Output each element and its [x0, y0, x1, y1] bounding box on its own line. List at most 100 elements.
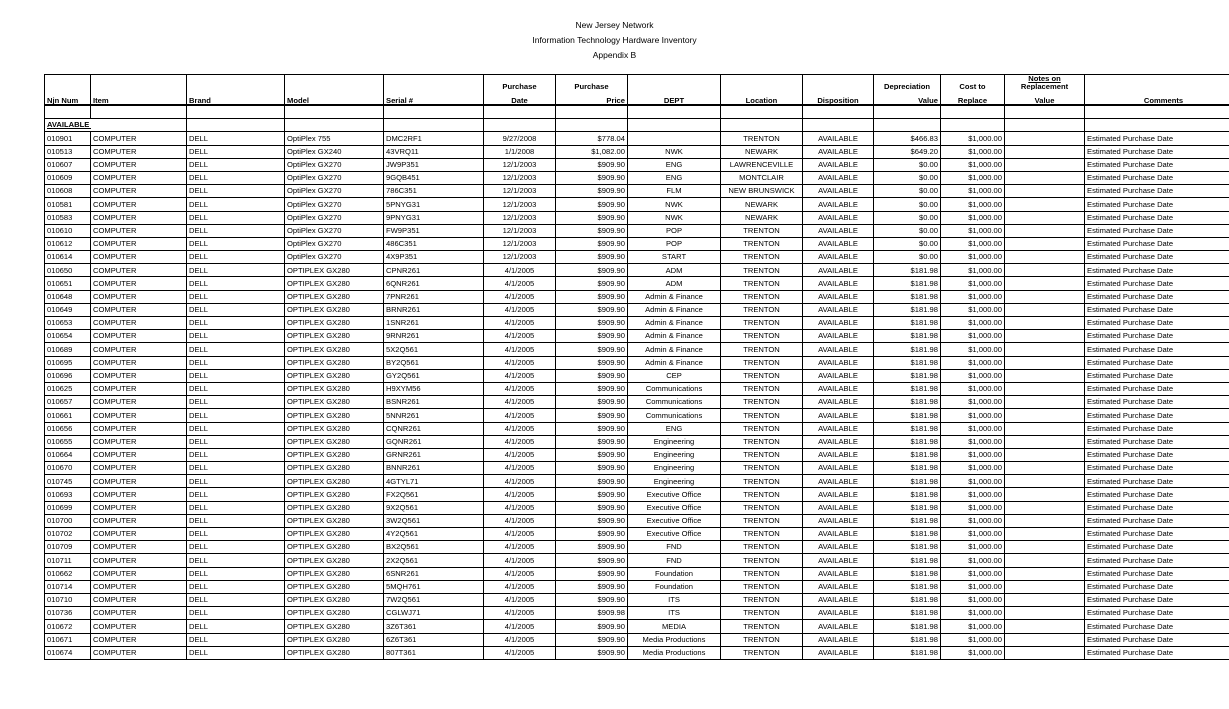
cell-serial: FW9P351 [383, 223, 484, 238]
table-row[interactable]: 010710 COMPUTER DELL OPTIPLEX GX280 7W2Q561 4… [44, 592, 1229, 608]
column-header-njn_num[interactable]: Njn Num [44, 90, 91, 107]
table-row[interactable]: 010714 COMPUTER DELL OPTIPLEX GX280 5MQH761 4… [44, 579, 1229, 594]
cell-comments: Estimated Purchase Date [1084, 526, 1229, 542]
table-row[interactable]: 010607 COMPUTER DELL OptiPlex GX270 JW9P351 1… [44, 157, 1229, 172]
table-row[interactable]: 010745 COMPUTER DELL OPTIPLEX GX280 4GTYL71 4… [44, 474, 1229, 489]
table-row[interactable]: 010664 COMPUTER DELL OPTIPLEX GX280 GRNR261 4… [44, 447, 1229, 463]
table-row[interactable]: 010674 COMPUTER DELL OPTIPLEX GX280 807T361 4… [44, 645, 1229, 660]
column-header-disposition[interactable]: Disposition [802, 90, 874, 107]
column-header-item[interactable]: Item [90, 90, 187, 107]
table-row[interactable]: 010661 COMPUTER DELL OPTIPLEX GX280 5NNR261 4… [44, 408, 1229, 423]
table-row[interactable]: 010702 COMPUTER DELL OPTIPLEX GX280 4Y2Q561 4… [44, 526, 1229, 542]
cell-purchase_price: $909.90 [555, 645, 628, 660]
cell-cost_to_replace: $1,000.00 [940, 500, 1005, 515]
cell-purchase_date: 4/1/2005 [483, 302, 556, 318]
cell-notes_replacement_value [1004, 236, 1085, 252]
cell-purchase_date: 12/1/2003 [483, 157, 556, 172]
table-row[interactable]: 010651 COMPUTER DELL OPTIPLEX GX280 6QNR261 4… [44, 276, 1229, 291]
cell-dept: Media Productions [627, 645, 721, 660]
table-row[interactable]: 010655 COMPUTER DELL OPTIPLEX GX280 GQNR261 4… [44, 434, 1229, 449]
column-header-top-label-depreciation_value: Depreciation [884, 81, 930, 91]
cell-njn_num: 010745 [44, 474, 91, 489]
section-blank-cell-item [90, 118, 187, 133]
table-row[interactable]: 010696 COMPUTER DELL OPTIPLEX GX280 GY2Q561 4… [44, 368, 1229, 383]
table-row[interactable]: 010657 COMPUTER DELL OPTIPLEX GX280 BSNR261 4… [44, 395, 1229, 410]
cell-purchase_date: 4/1/2005 [483, 421, 556, 436]
table-row[interactable]: 010610 COMPUTER DELL OptiPlex GX270 FW9P351 1… [44, 223, 1229, 238]
column-header-serial[interactable]: Serial # [383, 90, 484, 107]
cell-cost_to_replace: $1,000.00 [940, 250, 1005, 265]
table-row[interactable]: 010693 COMPUTER DELL OPTIPLEX GX280 FX2Q561 4… [44, 487, 1229, 502]
table-row[interactable]: 010648 COMPUTER DELL OPTIPLEX GX280 7PNR261 4… [44, 289, 1229, 304]
column-header-top-serial [383, 74, 484, 91]
column-header-model[interactable]: Model [284, 90, 384, 107]
table-row[interactable]: 010649 COMPUTER DELL OPTIPLEX GX280 BRNR261 4… [44, 302, 1229, 318]
table-row[interactable]: 010513 COMPUTER DELL OptiPlex GX240 43VRQ11 1… [44, 144, 1229, 159]
cell-dept: Admin & Finance [627, 342, 721, 357]
table-row[interactable]: 010736 COMPUTER DELL OPTIPLEX GX280 CGLWJ71 4… [44, 606, 1229, 621]
cell-purchase_date: 12/1/2003 [483, 223, 556, 238]
cell-cost_to_replace: $1,000.00 [940, 210, 1005, 225]
spacer-cell-model [284, 104, 384, 120]
cell-dept [627, 131, 721, 146]
table-row[interactable]: 010612 COMPUTER DELL OptiPlex GX270 486C351 1… [44, 236, 1229, 252]
cell-disposition: AVAILABLE [802, 579, 874, 594]
table-row[interactable]: 010581 COMPUTER DELL OptiPlex GX270 5PNYG31 1… [44, 197, 1229, 212]
table-row[interactable]: 010699 COMPUTER DELL OPTIPLEX GX280 9X2Q561 4… [44, 500, 1229, 515]
cell-notes_replacement_value [1004, 263, 1085, 278]
cell-njn_num: 010607 [44, 157, 91, 172]
table-row[interactable]: 010656 COMPUTER DELL OPTIPLEX GX280 CQNR261 4… [44, 421, 1229, 436]
table-row[interactable]: 010625 COMPUTER DELL OPTIPLEX GX280 H9XYM56 4… [44, 381, 1229, 397]
column-header-cost_to_replace[interactable]: Replace [940, 90, 1005, 107]
cell-item: COMPUTER [90, 210, 187, 225]
table-row[interactable]: 010653 COMPUTER DELL OPTIPLEX GX280 1SNR261 4… [44, 315, 1229, 331]
cell-depreciation_value: $181.98 [873, 474, 941, 489]
table-row[interactable]: 010672 COMPUTER DELL OPTIPLEX GX280 3Z6T361 4… [44, 619, 1229, 634]
table-row[interactable]: 010608 COMPUTER DELL OptiPlex GX270 786C351 1… [44, 184, 1229, 199]
cell-cost_to_replace: $1,000.00 [940, 566, 1005, 581]
cell-item: COMPUTER [90, 289, 187, 304]
cell-cost_to_replace: $1,000.00 [940, 447, 1005, 463]
table-row[interactable]: 010700 COMPUTER DELL OPTIPLEX GX280 3W2Q561 4… [44, 513, 1229, 529]
column-header-dept[interactable]: DEPT [627, 90, 721, 107]
table-row[interactable]: 010670 COMPUTER DELL OPTIPLEX GX280 BNNR261 4… [44, 461, 1229, 476]
cell-model: OptiPlex 755 [284, 131, 384, 146]
column-header-purchase_price[interactable]: Price [555, 90, 628, 107]
cell-model: OPTIPLEX GX280 [284, 395, 384, 410]
table-row[interactable]: 010609 COMPUTER DELL OptiPlex GX270 9GQB451 1… [44, 170, 1229, 186]
cell-brand: DELL [186, 447, 285, 463]
cell-purchase_date: 4/1/2005 [483, 513, 556, 529]
table-row[interactable]: 010695 COMPUTER DELL OPTIPLEX GX280 BY2Q561 4… [44, 355, 1229, 370]
cell-brand: DELL [186, 540, 285, 555]
cell-brand: DELL [186, 210, 285, 225]
table-row[interactable]: 010662 COMPUTER DELL OPTIPLEX GX280 6SNR261 4… [44, 566, 1229, 581]
table-row[interactable]: 010654 COMPUTER DELL OPTIPLEX GX280 9RNR261 4… [44, 329, 1229, 344]
cell-purchase_date: 4/1/2005 [483, 579, 556, 594]
cell-disposition: AVAILABLE [802, 606, 874, 621]
column-header-notes_replacement_value[interactable]: Value [1004, 90, 1085, 107]
cell-cost_to_replace: $1,000.00 [940, 302, 1005, 318]
cell-brand: DELL [186, 263, 285, 278]
column-header-purchase_date[interactable]: Date [483, 90, 556, 107]
cell-dept: NWK [627, 197, 721, 212]
cell-cost_to_replace: $1,000.00 [940, 329, 1005, 344]
table-row[interactable]: 010650 COMPUTER DELL OPTIPLEX GX280 CPNR261 4… [44, 263, 1229, 278]
table-row[interactable]: 010583 COMPUTER DELL OptiPlex GX270 9PNYG31 1… [44, 210, 1229, 225]
column-header-location[interactable]: Location [720, 90, 803, 107]
cell-depreciation_value: $181.98 [873, 447, 941, 463]
column-header-comments[interactable]: Comments [1084, 90, 1229, 107]
spacer-cell-njn_num [44, 104, 91, 120]
column-header-depreciation_value[interactable]: Value [873, 90, 941, 107]
table-row[interactable]: 010901 COMPUTER DELL OptiPlex 755 DMC2RF1 9/2… [44, 131, 1229, 146]
cell-depreciation_value: $181.98 [873, 395, 941, 410]
table-row[interactable]: 010689 COMPUTER DELL OPTIPLEX GX280 5X2Q561 4… [44, 342, 1229, 357]
document-header: New Jersey Network Information Technolog… [0, 0, 1229, 63]
cell-purchase_date: 4/1/2005 [483, 315, 556, 331]
column-header-brand[interactable]: Brand [186, 90, 285, 107]
cell-comments: Estimated Purchase Date [1084, 395, 1229, 410]
table-row[interactable]: 010614 COMPUTER DELL OptiPlex GX270 4X9P351 1… [44, 250, 1229, 265]
table-row[interactable]: 010709 COMPUTER DELL OPTIPLEX GX280 BX2Q561 4… [44, 540, 1229, 555]
table-row[interactable]: 010711 COMPUTER DELL OPTIPLEX GX280 2X2Q561 4… [44, 553, 1229, 568]
cell-dept: FND [627, 540, 721, 555]
table-row[interactable]: 010671 COMPUTER DELL OPTIPLEX GX280 6Z6T361 4… [44, 632, 1229, 647]
